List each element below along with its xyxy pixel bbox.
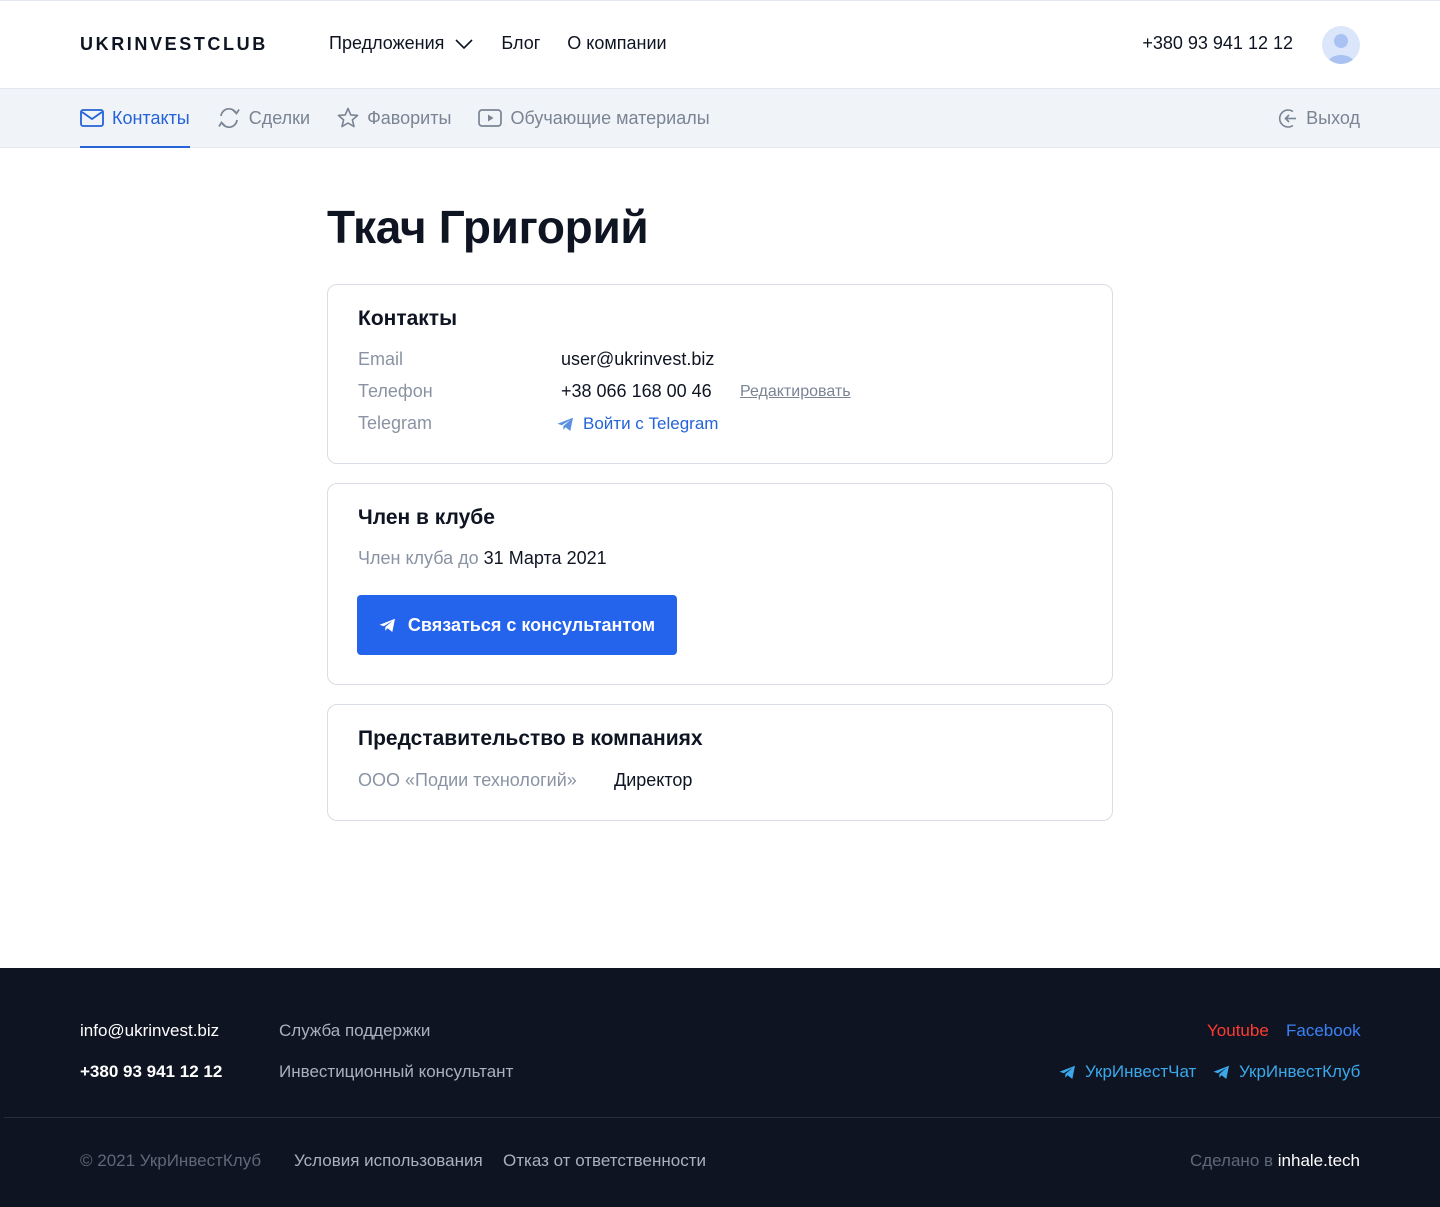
footer-phone[interactable]: +380 93 941 12 12: [80, 1062, 222, 1082]
representation-title: Представительство в компаниях: [358, 727, 703, 750]
telegram-club-label: УкрИнвестКлуб: [1239, 1062, 1361, 1081]
footer-email[interactable]: info@ukrinvest.biz: [80, 1021, 219, 1041]
terms-link[interactable]: Условия использования: [294, 1151, 483, 1171]
membership-until-value: 31 Марта 2021: [483, 548, 607, 568]
telegram-chat-link[interactable]: УкрИнвестЧат: [1059, 1062, 1196, 1082]
telegram-login-label: Войти с Telegram: [583, 414, 719, 433]
copyright: © 2021 УкрИнвестКлуб: [80, 1151, 262, 1170]
telegram-club-link[interactable]: УкрИнвестКлуб: [1213, 1062, 1360, 1082]
telegram-chat-label: УкрИнвестЧат: [1085, 1062, 1197, 1081]
telegram-icon: [1059, 1065, 1076, 1080]
email-label: Email: [358, 349, 404, 369]
nav-blog[interactable]: Блог: [501, 33, 540, 54]
company-role: Директор: [614, 770, 693, 790]
star-icon: [337, 107, 359, 129]
tab-contacts[interactable]: Контакты: [80, 89, 190, 148]
header-phone[interactable]: +380 93 941 12 12: [1142, 33, 1293, 54]
footer-support-link[interactable]: Служба поддержки: [279, 1021, 430, 1041]
nav-offers[interactable]: Предложения: [329, 33, 474, 54]
tab-deals[interactable]: Сделки: [217, 89, 310, 147]
top-header: UKRINVESTCLUB Предложения Блог О компани…: [0, 0, 1440, 88]
footer-divider: [4, 1117, 1440, 1118]
disclaimer-link[interactable]: Отказ от ответственности: [503, 1151, 706, 1171]
contact-consultant-button[interactable]: Связаться с консультантом: [357, 595, 677, 655]
logout-button[interactable]: Выход: [1278, 89, 1360, 147]
logout-label: Выход: [1306, 107, 1360, 128]
membership-row: Член клуба до 31 Марта 2021: [358, 548, 607, 569]
contacts-title: Контакты: [358, 307, 458, 330]
tab-contacts-label: Контакты: [112, 107, 190, 128]
youtube-link[interactable]: Youtube: [1207, 1021, 1269, 1041]
edit-phone-link[interactable]: Редактировать: [740, 383, 851, 401]
membership-title: Член в клубе: [358, 506, 495, 529]
tab-deals-label: Сделки: [248, 107, 311, 128]
tab-learning[interactable]: Обучающие материалы: [478, 89, 710, 147]
site-logo[interactable]: UKRINVESTCLUB: [80, 34, 268, 55]
tab-favorites[interactable]: Фавориты: [337, 89, 451, 147]
nav-about[interactable]: О компании: [567, 33, 666, 54]
membership-until-label: Член клуба до: [358, 548, 479, 568]
representation-card: Представительство в компаниях ООО «Подии…: [327, 704, 1113, 821]
telegram-icon: [379, 618, 396, 633]
page-title: Ткач Григорий: [327, 201, 649, 253]
email-value: user@ukrinvest.biz: [561, 349, 715, 369]
footer-consultant-link[interactable]: Инвестиционный консультант: [279, 1062, 513, 1082]
video-icon: [478, 108, 503, 128]
telegram-icon: [1213, 1065, 1230, 1080]
user-icon: [1327, 34, 1355, 64]
phone-label: Телефон: [358, 381, 433, 401]
nav-offers-label: Предложения: [329, 33, 445, 53]
account-tabs: Контакты Сделки Фавориты Обучающие матер…: [80, 89, 737, 148]
telegram-icon: [557, 417, 574, 432]
tab-learning-label: Обучающие материалы: [510, 107, 710, 128]
refresh-icon: [217, 107, 241, 129]
account-subnav: Контакты Сделки Фавориты Обучающие матер…: [0, 88, 1440, 148]
logout-icon: [1278, 108, 1299, 129]
telegram-login-link[interactable]: Войти с Telegram: [557, 414, 718, 434]
avatar[interactable]: [1322, 26, 1360, 64]
contact-consultant-label: Связаться с консультантом: [407, 614, 656, 635]
membership-card: Член в клубе Член клуба до 31 Марта 2021…: [327, 483, 1113, 685]
company-name: ООО «Подии технологий»: [358, 770, 577, 790]
chevron-down-icon: [454, 38, 474, 50]
made-by-prefix: Сделано в: [1189, 1151, 1274, 1170]
main-nav: Предложения Блог О компании: [329, 33, 667, 54]
phone-value: +38 066 168 00 46: [561, 381, 712, 401]
made-by-link[interactable]: inhale.tech: [1278, 1151, 1360, 1170]
tab-favorites-label: Фавориты: [367, 107, 452, 128]
mail-icon: [80, 109, 104, 127]
facebook-link[interactable]: Facebook: [1286, 1021, 1361, 1041]
telegram-label: Telegram: [358, 413, 433, 433]
site-footer: info@ukrinvest.biz +380 93 941 12 12 Слу…: [0, 968, 1440, 1207]
contacts-card: Контакты Email user@ukrinvest.biz Телефо…: [327, 284, 1113, 464]
made-by: Сделано в inhale.tech: [1190, 1151, 1360, 1171]
